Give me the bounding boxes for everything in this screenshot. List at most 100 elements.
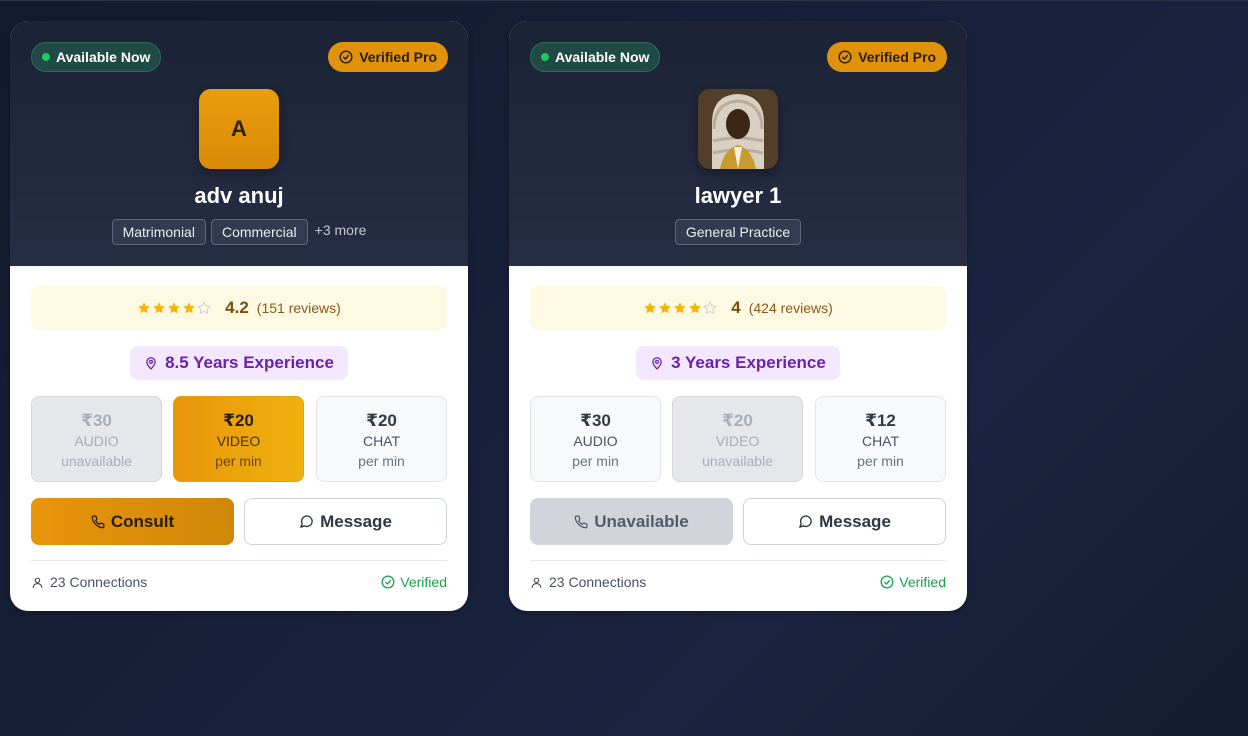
price-option-video[interactable]: ₹20 VIDEO per min xyxy=(173,396,304,482)
star-outline-icon xyxy=(703,301,718,315)
price-unit: per min xyxy=(857,453,904,469)
lawyer-name: lawyer 1 xyxy=(694,183,782,208)
map-pin-icon xyxy=(652,357,662,370)
verified-status: Verified xyxy=(381,574,447,590)
price-unit: per min xyxy=(358,453,405,469)
price-unit: per min xyxy=(215,453,262,469)
message-circle-icon xyxy=(799,515,812,528)
message-button-label: Message xyxy=(320,511,392,531)
phone-icon xyxy=(91,515,105,528)
rating-panel: 4 (424 reviews) xyxy=(530,286,946,330)
verified-text: Verified xyxy=(899,574,946,590)
availability-text: Available Now xyxy=(56,49,151,65)
price-unit: per min xyxy=(572,453,619,469)
card-footer: 23 Connections Verified xyxy=(530,572,946,592)
rating-score: 4 xyxy=(731,298,741,317)
card-footer: 23 Connections Verified xyxy=(31,572,447,592)
unavailable-button[interactable]: Unavailable xyxy=(530,498,733,545)
pricing-options: ₹30 AUDIO per min ₹20 VIDEO unavailable … xyxy=(530,396,946,482)
price-type: CHAT xyxy=(362,433,401,449)
star-icon xyxy=(168,302,180,314)
experience-badge: 8.5 Years Experience xyxy=(130,346,348,380)
status-dot-icon xyxy=(42,53,50,61)
availability-text: Available Now xyxy=(555,49,650,65)
star-icon xyxy=(153,302,165,314)
price-option-chat[interactable]: ₹12 CHAT per min xyxy=(815,396,946,482)
verified-text: Verified xyxy=(400,574,447,590)
price-type: AUDIO xyxy=(573,433,618,449)
check-circle-icon xyxy=(381,575,395,589)
price-type: VIDEO xyxy=(715,433,760,449)
specialty-tags: General Practice xyxy=(509,219,967,245)
lawyer-card[interactable]: Available Now Verified Pro lawyer 1 Gene… xyxy=(509,21,967,611)
rating-panel: 4.2 (151 reviews) xyxy=(31,286,447,330)
judge-portrait-image xyxy=(698,89,778,169)
user-icon xyxy=(531,577,542,588)
unavailable-button-label: Unavailable xyxy=(594,511,689,531)
price-amount: ₹30 xyxy=(580,411,611,430)
phone-icon xyxy=(574,515,588,528)
verified-pro-badge: Verified Pro xyxy=(827,42,947,72)
star-icon xyxy=(689,302,702,314)
connections: 23 Connections xyxy=(530,574,646,590)
top-border xyxy=(0,0,1248,1)
specialty-tag: General Practice xyxy=(674,219,802,245)
price-option-audio[interactable]: ₹30 AUDIO per min xyxy=(530,396,661,482)
price-type: VIDEO xyxy=(216,433,261,449)
message-button[interactable]: Message xyxy=(244,498,447,545)
review-count: (424 reviews) xyxy=(748,300,833,316)
star-outline-icon xyxy=(197,301,211,315)
star-icon xyxy=(644,302,657,314)
lawyer-card[interactable]: Available Now Verified Pro A adv anuj Ma… xyxy=(10,21,468,611)
price-unit: unavailable xyxy=(61,453,132,469)
connections-text: 23 Connections xyxy=(50,574,148,590)
card-header: Available Now Verified Pro lawyer 1 Gene… xyxy=(509,21,967,266)
star-icon xyxy=(138,302,150,314)
consult-button-label: Consult xyxy=(110,511,175,531)
star-icon xyxy=(659,302,672,314)
message-button[interactable]: Message xyxy=(743,498,946,545)
message-circle-icon xyxy=(300,515,313,528)
price-option-audio[interactable]: ₹30 AUDIO unavailable xyxy=(31,396,162,482)
check-circle-icon xyxy=(339,50,353,64)
avatar-photo xyxy=(698,89,778,169)
price-option-chat[interactable]: ₹20 CHAT per min xyxy=(316,396,447,482)
verified-pro-text: Verified Pro xyxy=(359,49,437,65)
connections: 23 Connections xyxy=(31,574,147,590)
lawyer-name: adv anuj xyxy=(194,183,284,208)
verified-pro-text: Verified Pro xyxy=(858,49,936,65)
review-count: (151 reviews) xyxy=(256,300,341,316)
availability-badge: Available Now xyxy=(31,42,162,72)
price-type: CHAT xyxy=(861,433,900,449)
user-icon xyxy=(32,577,43,588)
card-header: Available Now Verified Pro A adv anuj Ma… xyxy=(10,21,468,266)
star-rating xyxy=(643,301,718,315)
price-amount: ₹30 xyxy=(81,411,112,430)
avatar: A xyxy=(199,89,279,169)
specialty-tags: Matrimonial Commercial +3 more xyxy=(10,219,468,245)
check-circle-icon xyxy=(880,575,894,589)
pricing-options: ₹30 AUDIO unavailable ₹20 VIDEO per min … xyxy=(31,396,447,482)
divider xyxy=(31,560,447,561)
map-pin-icon xyxy=(146,357,156,370)
check-circle-icon xyxy=(838,50,852,64)
specialty-tag: Commercial xyxy=(210,219,308,245)
connections-text: 23 Connections xyxy=(549,574,647,590)
rating-score: 4.2 xyxy=(225,298,249,317)
price-unit: unavailable xyxy=(702,453,773,469)
status-dot-icon xyxy=(541,53,549,61)
experience-text: 8.5 Years Experience xyxy=(165,353,334,372)
verified-status: Verified xyxy=(880,574,946,590)
consult-button[interactable]: Consult xyxy=(31,498,234,545)
verified-pro-badge: Verified Pro xyxy=(328,42,448,72)
specialty-tag: Matrimonial xyxy=(111,219,206,245)
price-option-video[interactable]: ₹20 VIDEO unavailable xyxy=(672,396,803,482)
star-icon xyxy=(183,302,195,314)
experience-text: 3 Years Experience xyxy=(671,353,826,372)
price-amount: ₹12 xyxy=(865,411,896,430)
more-tags-link[interactable]: +3 more xyxy=(315,222,367,238)
experience-badge: 3 Years Experience xyxy=(636,346,840,380)
price-amount: ₹20 xyxy=(366,411,397,430)
price-type: AUDIO xyxy=(74,433,119,449)
price-amount: ₹20 xyxy=(722,411,753,430)
